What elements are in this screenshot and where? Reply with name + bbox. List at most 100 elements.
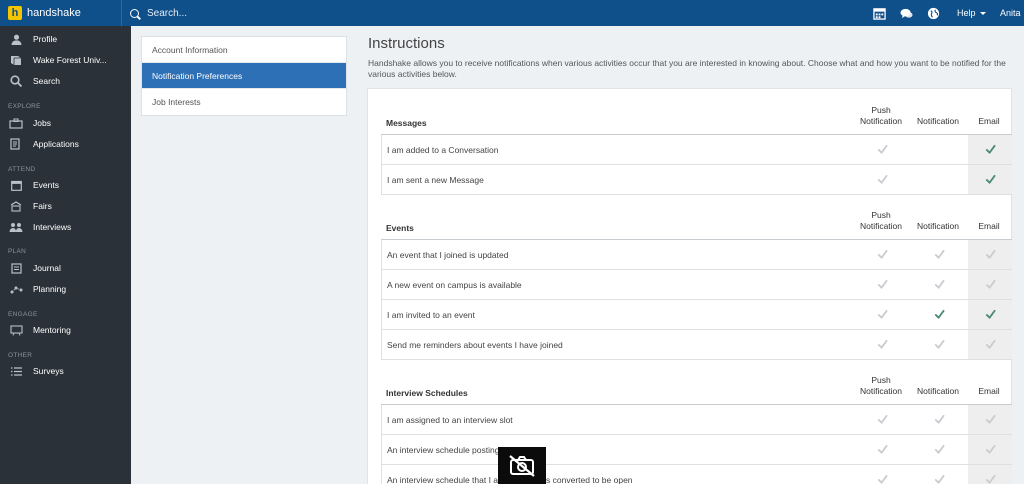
column-header-email: Email bbox=[978, 116, 1000, 126]
search-bar[interactable] bbox=[130, 0, 447, 26]
sidebar-item-label: Events bbox=[33, 180, 59, 190]
column-header-push: Push Notification bbox=[851, 210, 911, 232]
search-icon bbox=[9, 75, 23, 87]
route-icon bbox=[9, 283, 23, 295]
sidebar-item-label: Interviews bbox=[33, 222, 72, 232]
sidebar-section-attend: ATTEND bbox=[8, 166, 36, 173]
email-check-icon[interactable] bbox=[980, 165, 1000, 194]
chat-icon[interactable] bbox=[900, 7, 913, 20]
email-check-icon[interactable] bbox=[980, 240, 1000, 269]
push-check-icon[interactable] bbox=[872, 465, 892, 484]
notification-check-icon[interactable] bbox=[929, 300, 949, 329]
preference-row: I am invited to an event bbox=[381, 300, 1012, 330]
preference-label-text: Send me reminders about events I have jo… bbox=[387, 339, 563, 350]
sidebar-item-planning[interactable]: Planning bbox=[0, 279, 131, 299]
sidebar-item-fairs[interactable]: Fairs bbox=[0, 196, 131, 216]
preference-row: An event that I joined is updated bbox=[381, 240, 1012, 270]
email-check-icon[interactable] bbox=[980, 135, 1000, 164]
user-menu[interactable]: Anita bbox=[1000, 0, 1021, 26]
notification-check-icon[interactable] bbox=[929, 405, 949, 434]
topbar-divider bbox=[121, 0, 122, 26]
sidebar-section-engage: ENGAGE bbox=[8, 311, 38, 318]
sidebar-item-search[interactable]: Search bbox=[0, 71, 131, 91]
preference-label: A new event on campus is available bbox=[387, 270, 522, 299]
preference-label: An interview schedule posting bbox=[387, 435, 499, 464]
calendar-icon[interactable] bbox=[873, 7, 886, 20]
handshake-logo-icon: h bbox=[8, 6, 22, 20]
preference-label-text: An event that I joined is updated bbox=[387, 249, 509, 260]
help-label: Help bbox=[957, 8, 976, 18]
search-input[interactable] bbox=[147, 7, 447, 19]
brand[interactable]: h handshake bbox=[0, 0, 120, 26]
email-check-icon[interactable] bbox=[980, 405, 1000, 434]
column-header-email: Email bbox=[978, 221, 1000, 231]
push-check-icon[interactable] bbox=[872, 135, 892, 164]
column-header-push: Push Notification bbox=[851, 105, 911, 127]
sidebar-section-explore: EXPLORE bbox=[8, 103, 41, 110]
help-menu[interactable]: Help bbox=[957, 0, 986, 26]
preference-row: I am added to a Conversation bbox=[381, 135, 1012, 165]
subnav-job-interests[interactable]: Job Interests bbox=[142, 89, 346, 115]
column-header-email: Email bbox=[978, 386, 1000, 396]
subnav-account-information[interactable]: Account Information bbox=[142, 37, 346, 63]
push-check-icon[interactable] bbox=[872, 405, 892, 434]
notification-check-icon[interactable] bbox=[929, 330, 949, 359]
email-check-icon[interactable] bbox=[980, 435, 1000, 464]
preference-label-text: I am sent a new Message bbox=[387, 174, 484, 185]
brand-name: handshake bbox=[27, 7, 81, 19]
sidebar-item-mentoring[interactable]: Mentoring bbox=[0, 320, 131, 340]
sidebar-item-label: Planning bbox=[33, 284, 67, 294]
people-icon bbox=[9, 221, 23, 233]
push-check-icon[interactable] bbox=[872, 165, 892, 194]
column-header-push-line1: Push bbox=[871, 210, 891, 220]
page-title: Instructions bbox=[368, 35, 445, 52]
sidebar-item-journal[interactable]: Journal bbox=[0, 258, 131, 278]
push-check-icon[interactable] bbox=[872, 270, 892, 299]
subnav-notification-preferences[interactable]: Notification Preferences bbox=[142, 63, 346, 89]
sidebar-item-surveys[interactable]: Surveys bbox=[0, 361, 131, 381]
preference-label-tail: s converted to be open bbox=[546, 474, 633, 484]
briefcase-icon bbox=[9, 117, 23, 129]
email-check-icon[interactable] bbox=[980, 465, 1000, 484]
sidebar-section-plan: PLAN bbox=[8, 248, 27, 255]
sidebar-item-jobs[interactable]: Jobs bbox=[0, 113, 131, 133]
column-header-push-line1: Push bbox=[871, 375, 891, 385]
push-check-icon[interactable] bbox=[872, 240, 892, 269]
sidebar-item-school[interactable]: Wake Forest Univ... bbox=[0, 50, 131, 70]
preference-label: I am assigned to an interview slot bbox=[387, 405, 513, 434]
preference-label-text: I am added to a Conversation bbox=[387, 144, 499, 155]
list-icon bbox=[9, 365, 23, 377]
preference-row: A new event on campus is available bbox=[381, 270, 1012, 300]
notification-check-icon[interactable] bbox=[929, 240, 949, 269]
book-icon bbox=[9, 54, 23, 66]
preference-row: I am assigned to an interview slot bbox=[381, 405, 1012, 435]
push-check-icon[interactable] bbox=[872, 300, 892, 329]
email-check-icon[interactable] bbox=[980, 330, 1000, 359]
column-header-push-line2: Notification bbox=[859, 386, 903, 396]
email-check-icon[interactable] bbox=[980, 270, 1000, 299]
top-icons bbox=[873, 0, 940, 26]
sidebar-item-applications[interactable]: Applications bbox=[0, 134, 131, 154]
preference-row: Send me reminders about events I have jo… bbox=[381, 330, 1012, 360]
push-check-icon[interactable] bbox=[872, 330, 892, 359]
booth-icon bbox=[9, 200, 23, 212]
preference-label: An event that I joined is updated bbox=[387, 240, 508, 269]
sidebar-item-label: Surveys bbox=[33, 366, 64, 376]
sidebar-item-profile[interactable]: Profile bbox=[0, 29, 131, 49]
email-check-icon[interactable] bbox=[980, 300, 1000, 329]
preference-label: I am added to a Conversation bbox=[387, 135, 499, 164]
journal-icon bbox=[9, 262, 23, 274]
sidebar-item-label: Mentoring bbox=[33, 325, 71, 335]
section-title: Interview Schedules bbox=[386, 388, 468, 398]
preference-row: An interview schedule posting bbox=[381, 435, 1012, 465]
notification-check-icon[interactable] bbox=[929, 435, 949, 464]
sidebar-item-events[interactable]: Events bbox=[0, 175, 131, 195]
mentor-icon bbox=[9, 324, 23, 336]
sidebar-item-interviews[interactable]: Interviews bbox=[0, 217, 131, 237]
notification-check-icon[interactable] bbox=[929, 465, 949, 484]
push-check-icon[interactable] bbox=[872, 435, 892, 464]
sidebar-item-label: Applications bbox=[33, 139, 79, 149]
globe-icon[interactable] bbox=[927, 7, 940, 20]
notification-check-icon[interactable] bbox=[929, 270, 949, 299]
camera-off-icon bbox=[509, 454, 535, 477]
